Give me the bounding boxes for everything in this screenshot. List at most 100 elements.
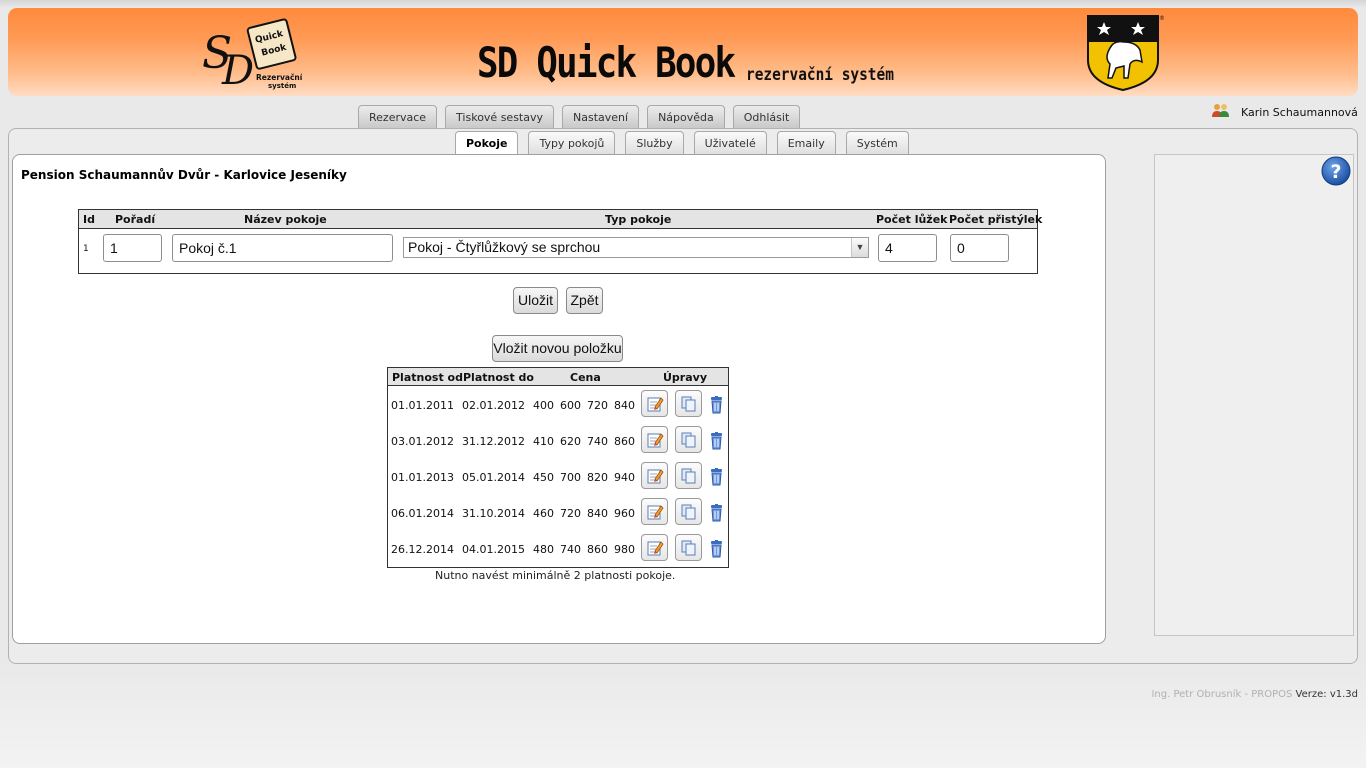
- sd-quickbook-logo: S D Quick Book Rezervační systém: [196, 16, 303, 95]
- svg-text:D: D: [221, 48, 254, 92]
- price-value: 600: [560, 399, 581, 412]
- price-row: 26.12.2014 04.01.2015 480 740 860 980: [388, 531, 728, 567]
- back-button[interactable]: Zpět: [566, 287, 603, 314]
- chevron-down-icon[interactable]: ▼: [851, 238, 868, 257]
- price-value: 980: [614, 543, 635, 556]
- valid-to-value: 04.01.2015: [462, 543, 525, 556]
- price-value: 410: [533, 435, 554, 448]
- col-name: Název pokoje: [244, 213, 327, 226]
- extra-beds-input[interactable]: 0: [950, 234, 1009, 262]
- valid-from-value: 06.01.2014: [391, 507, 454, 520]
- price-value: 400: [533, 399, 554, 412]
- col-id: Id: [83, 213, 95, 226]
- copy-icon[interactable]: [675, 390, 702, 417]
- help-icon[interactable]: ?: [1321, 156, 1351, 189]
- copy-icon[interactable]: [675, 534, 702, 561]
- price-table-header: Platnost od Platnost do Cena Úpravy: [388, 368, 728, 386]
- edit-icon[interactable]: [641, 390, 668, 417]
- trash-icon[interactable]: [710, 504, 723, 525]
- edit-icon[interactable]: [641, 426, 668, 453]
- user-area: Karin Schaumannová: [1212, 103, 1358, 121]
- valid-from-value: 01.01.2013: [391, 471, 454, 484]
- valid-to-value: 31.10.2014: [462, 507, 525, 520]
- price-value: 450: [533, 471, 554, 484]
- price-value: 480: [533, 543, 554, 556]
- nav-odhlasit[interactable]: Odhlásit: [732, 105, 801, 128]
- top-nav: Rezervace Tiskové sestavy Nastavení Nápo…: [358, 105, 801, 128]
- edit-icon[interactable]: [641, 462, 668, 489]
- price-row: 03.01.2012 31.12.2012 410 620 740 860: [388, 423, 728, 459]
- price-value: 460: [533, 507, 554, 520]
- room-id: 1: [83, 244, 89, 254]
- footer-author: Ing. Petr Obrusník - PROPOS: [1151, 689, 1293, 700]
- tab-typy-pokoju[interactable]: Typy pokojů: [528, 131, 616, 155]
- col-beds: Počet lůžek: [876, 213, 948, 226]
- price-value: 960: [614, 507, 635, 520]
- copy-icon[interactable]: [675, 462, 702, 489]
- edit-icon[interactable]: [641, 534, 668, 561]
- valid-from-value: 01.01.2011: [391, 399, 454, 412]
- tab-uzivatele[interactable]: Uživatelé: [693, 131, 767, 155]
- price-value: 840: [614, 399, 635, 412]
- logo-text-system: systém: [268, 82, 296, 90]
- footer: Ing. Petr Obrusník - PROPOS Verze: v1.3d: [1151, 689, 1358, 700]
- col-edits: Úpravy: [663, 371, 707, 384]
- col-valid-to: Platnost do: [463, 371, 534, 384]
- room-type-value: Pokoj - Čtyřlůžkový se sprchou: [408, 239, 601, 255]
- price-row: 01.01.2013 05.01.2014 450 700 820 940: [388, 459, 728, 495]
- add-item-button[interactable]: Vložit novou položku: [492, 335, 623, 362]
- order-input[interactable]: 1: [103, 234, 162, 262]
- col-type: Typ pokoje: [605, 213, 672, 226]
- price-value: 820: [587, 471, 608, 484]
- coat-of-arms-icon: ®: [1084, 12, 1165, 95]
- tab-pokoje[interactable]: Pokoje: [455, 131, 519, 156]
- svg-text:?: ?: [1330, 161, 1341, 183]
- trash-icon[interactable]: [710, 396, 723, 417]
- col-order: Pořadí: [115, 213, 156, 226]
- price-row: 01.01.2011 02.01.2012 400 600 720 840: [388, 387, 728, 423]
- price-value: 860: [587, 543, 608, 556]
- beds-input[interactable]: 4: [878, 234, 937, 262]
- trash-icon[interactable]: [710, 540, 723, 561]
- price-value: 740: [587, 435, 608, 448]
- app-subtitle: rezervační systém: [746, 65, 894, 85]
- trash-icon[interactable]: [710, 468, 723, 489]
- valid-to-value: 05.01.2014: [462, 471, 525, 484]
- copy-icon[interactable]: [675, 426, 702, 453]
- nav-tiskove-sestavy[interactable]: Tiskové sestavy: [445, 105, 554, 128]
- nav-rezervace[interactable]: Rezervace: [358, 105, 438, 128]
- price-value: 700: [560, 471, 581, 484]
- price-row: 06.01.2014 31.10.2014 460 720 840 960: [388, 495, 728, 531]
- svg-text:®: ®: [1159, 15, 1164, 22]
- price-value: 840: [587, 507, 608, 520]
- room-table: Id Pořadí Název pokoje Typ pokoje Počet …: [78, 209, 1042, 274]
- tab-sluzby[interactable]: Služby: [625, 131, 684, 155]
- price-value: 620: [560, 435, 581, 448]
- col-price: Cena: [570, 371, 601, 384]
- price-table: Platnost od Platnost do Cena Úpravy 01.0…: [387, 367, 729, 568]
- price-value: 740: [560, 543, 581, 556]
- settings-subnav: Pokoje Typy pokojů Služby Uživatelé Emai…: [455, 131, 909, 156]
- nav-nastaveni[interactable]: Nastavení: [562, 105, 640, 128]
- copy-icon[interactable]: [675, 498, 702, 525]
- col-valid-from: Platnost od: [392, 371, 463, 384]
- room-type-select[interactable]: Pokoj - Čtyřlůžkový se sprchou ▼: [403, 237, 869, 258]
- trash-icon[interactable]: [710, 432, 723, 453]
- side-panel: [1154, 154, 1354, 636]
- price-value: 940: [614, 471, 635, 484]
- valid-from-value: 26.12.2014: [391, 543, 454, 556]
- logo-text-rezervacni: Rezervační: [256, 73, 302, 82]
- valid-to-value: 02.01.2012: [462, 399, 525, 412]
- page-title: Pension Schaumannův Dvůr - Karlovice Jes…: [21, 168, 347, 182]
- room-table-header: Id Pořadí Název pokoje Typ pokoje Počet …: [79, 210, 1042, 229]
- room-name-input[interactable]: Pokoj č.1: [172, 234, 393, 262]
- user-name: Karin Schaumannová: [1241, 105, 1358, 119]
- tab-emaily[interactable]: Emaily: [776, 131, 836, 155]
- validity-note: Nutno navést minimálně 2 platnosti pokoj…: [435, 569, 676, 582]
- nav-napoveda[interactable]: Nápověda: [647, 105, 725, 128]
- price-value: 720: [560, 507, 581, 520]
- edit-icon[interactable]: [641, 498, 668, 525]
- tab-system[interactable]: Systém: [845, 131, 909, 155]
- price-value: 860: [614, 435, 635, 448]
- save-button[interactable]: Uložit: [513, 287, 558, 314]
